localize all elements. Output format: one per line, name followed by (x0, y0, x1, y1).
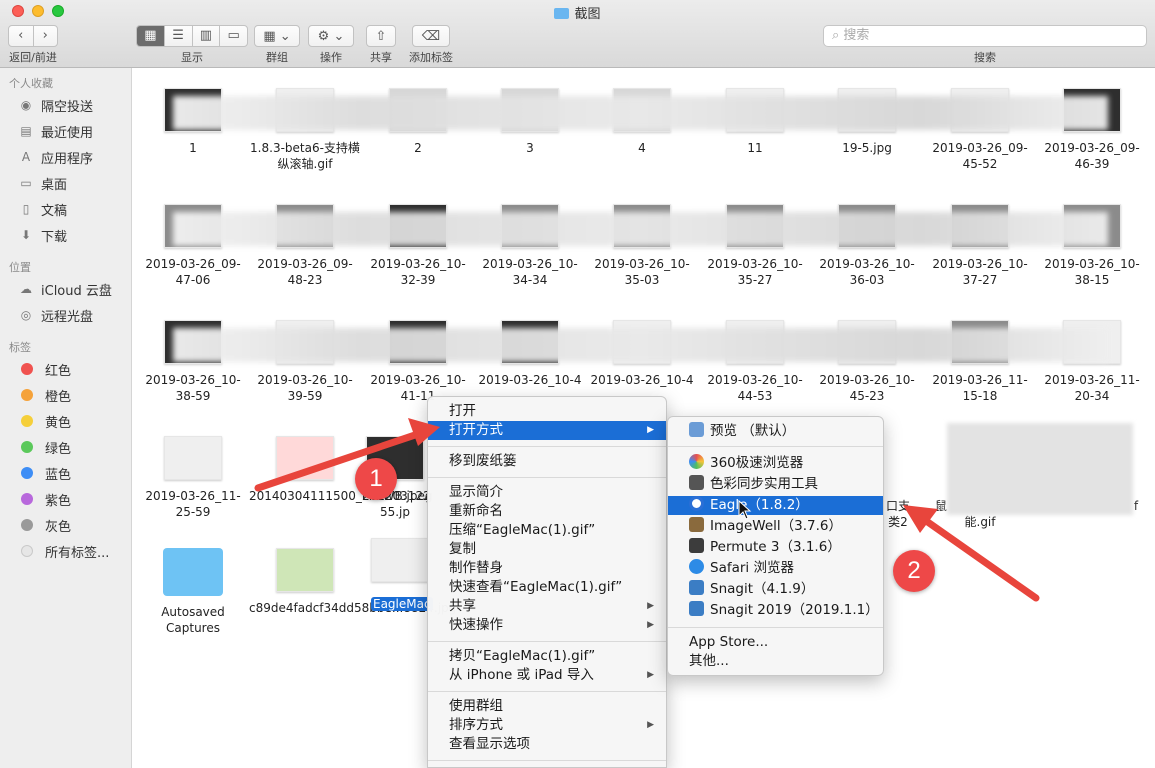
annotation-arrows (254, 418, 1040, 602)
step-badge-2: 2 (893, 550, 935, 592)
arrow-1 (254, 418, 440, 492)
step-badge-1: 1 (355, 458, 397, 500)
